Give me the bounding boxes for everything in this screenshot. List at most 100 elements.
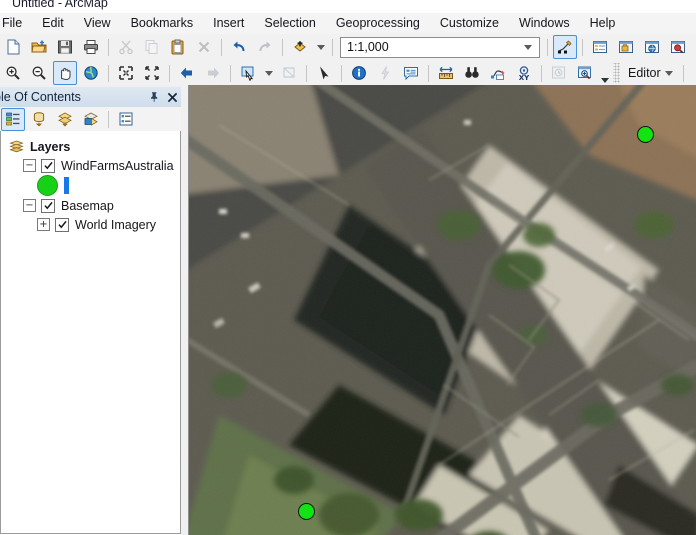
list-by-visibility-icon[interactable] [53, 108, 77, 131]
toolbar-separator [108, 110, 109, 128]
delete-icon[interactable] [192, 35, 216, 59]
layer-visibility-checkbox[interactable] [41, 158, 55, 173]
menu-edit[interactable]: Edit [32, 13, 74, 34]
list-by-drawing-order-icon[interactable] [1, 107, 25, 131]
menu-bar: File Edit View Bookmarks Insert Selectio… [0, 13, 696, 34]
redo-icon[interactable] [253, 35, 277, 59]
toolbar-separator [108, 64, 109, 82]
layers-stack-icon [9, 140, 24, 153]
toolbar-separator [221, 38, 222, 56]
clear-selection-icon[interactable] [277, 61, 301, 85]
create-viewer-window-icon[interactable] [573, 61, 597, 85]
new-document-icon[interactable] [1, 35, 25, 59]
toc-layer-tree[interactable]: Layers − WindFarmsAustralia − Basemap + … [0, 131, 181, 534]
toolbar-separator [547, 38, 548, 56]
menu-customize[interactable]: Customize [430, 13, 509, 34]
toc-options-icon[interactable] [114, 108, 138, 131]
close-icon[interactable] [163, 88, 181, 106]
zoom-in-icon[interactable] [1, 61, 25, 85]
toc-sublayer-world-imagery[interactable]: + World Imagery [1, 215, 180, 234]
cut-icon[interactable] [114, 35, 138, 59]
pin-icon[interactable] [145, 88, 163, 106]
dock-splitter[interactable] [181, 85, 188, 535]
wind-farm-point-1[interactable] [637, 126, 654, 143]
fixed-zoom-in-icon[interactable] [114, 61, 138, 85]
collapse-expander-icon[interactable]: − [23, 159, 36, 172]
select-elements-icon[interactable] [312, 61, 336, 85]
select-features-dropdown-icon[interactable] [262, 61, 275, 85]
toolbar-separator [682, 64, 684, 82]
toc-header: ble Of Contents [0, 87, 181, 107]
menu-insert[interactable]: Insert [203, 13, 254, 34]
title-bar: Untitled - ArcMap [0, 0, 696, 13]
layer-visibility-checkbox[interactable] [55, 217, 69, 232]
hyperlink-icon[interactable] [373, 61, 397, 85]
arctoolbox-icon[interactable] [614, 35, 638, 59]
menu-bookmarks[interactable]: Bookmarks [121, 13, 204, 34]
menu-help[interactable]: Help [580, 13, 626, 34]
menu-selection[interactable]: Selection [254, 13, 325, 34]
point-symbol-green-circle[interactable] [37, 175, 58, 196]
menu-file[interactable]: File [0, 13, 32, 34]
svg-text:XY: XY [519, 74, 530, 81]
paste-icon[interactable] [166, 35, 190, 59]
go-forward-extent-icon[interactable] [201, 61, 225, 85]
edit-scale-icon[interactable] [553, 35, 577, 59]
html-popup-icon[interactable] [399, 61, 423, 85]
open-document-icon[interactable] [27, 35, 51, 59]
window-title: Untitled - ArcMap [12, 0, 108, 10]
tools-toolbar: XY Editor [0, 60, 696, 87]
table-of-contents-icon[interactable] [588, 35, 612, 59]
menu-view[interactable]: View [74, 13, 121, 34]
fixed-zoom-out-icon[interactable] [140, 61, 164, 85]
python-window-icon[interactable] [692, 35, 696, 59]
toc-layer-basemap[interactable]: − Basemap [1, 196, 180, 215]
menu-geoprocessing[interactable]: Geoprocessing [326, 13, 430, 34]
go-back-extent-icon[interactable] [175, 61, 199, 85]
edit-tool-icon[interactable] [689, 61, 696, 85]
select-features-icon[interactable] [236, 61, 260, 85]
layer-visibility-checkbox[interactable] [41, 198, 55, 213]
time-slider-icon[interactable] [547, 61, 571, 85]
table-of-contents-panel: ble Of Contents Layers − WindFarmsAustra… [0, 87, 181, 535]
map-scale-value[interactable]: 1:1,000 [341, 40, 517, 54]
wind-farm-point-2[interactable] [298, 503, 315, 520]
map-canvas[interactable] [189, 85, 696, 535]
toc-root-layers[interactable]: Layers [1, 137, 180, 156]
undo-icon[interactable] [227, 35, 251, 59]
toc-layer-symbol-row[interactable] [1, 175, 180, 196]
measure-icon[interactable] [434, 61, 458, 85]
editor-toolbar-grip[interactable] [613, 63, 620, 83]
pan-icon[interactable] [53, 61, 77, 85]
tools-overflow-button[interactable] [598, 61, 611, 85]
add-data-icon[interactable] [288, 35, 312, 59]
map-scale-combo[interactable]: 1:1,000 [340, 36, 540, 58]
menu-windows[interactable]: Windows [509, 13, 580, 34]
collapse-expander-icon[interactable]: − [23, 199, 36, 212]
zoom-out-icon[interactable] [27, 61, 51, 85]
chevron-down-icon [664, 70, 673, 76]
map-view[interactable] [188, 85, 696, 535]
catalog-window-icon[interactable] [640, 35, 664, 59]
chevron-down-icon[interactable] [517, 44, 539, 50]
toolbar-separator [306, 64, 307, 82]
toc-layer-windfarmsaustralia[interactable]: − WindFarmsAustralia [1, 156, 180, 175]
toc-view-toolbar [0, 107, 181, 132]
full-extent-icon[interactable] [79, 61, 103, 85]
add-data-dropdown-icon[interactable] [314, 35, 327, 59]
find-route-icon[interactable] [486, 61, 510, 85]
rename-text-caret [64, 177, 69, 194]
search-window-icon[interactable] [666, 35, 690, 59]
editor-menu-button[interactable]: Editor [622, 63, 679, 84]
identify-icon[interactable] [347, 61, 371, 85]
find-icon[interactable] [460, 61, 484, 85]
toolbar-separator [332, 38, 333, 56]
expand-expander-icon[interactable]: + [37, 218, 50, 231]
print-icon[interactable] [79, 35, 103, 59]
aerial-imagery [189, 85, 696, 535]
save-icon[interactable] [53, 35, 77, 59]
go-to-xy-icon[interactable]: XY [512, 61, 536, 85]
list-by-source-icon[interactable] [27, 108, 51, 131]
copy-icon[interactable] [140, 35, 164, 59]
list-by-selection-icon[interactable] [79, 108, 103, 131]
